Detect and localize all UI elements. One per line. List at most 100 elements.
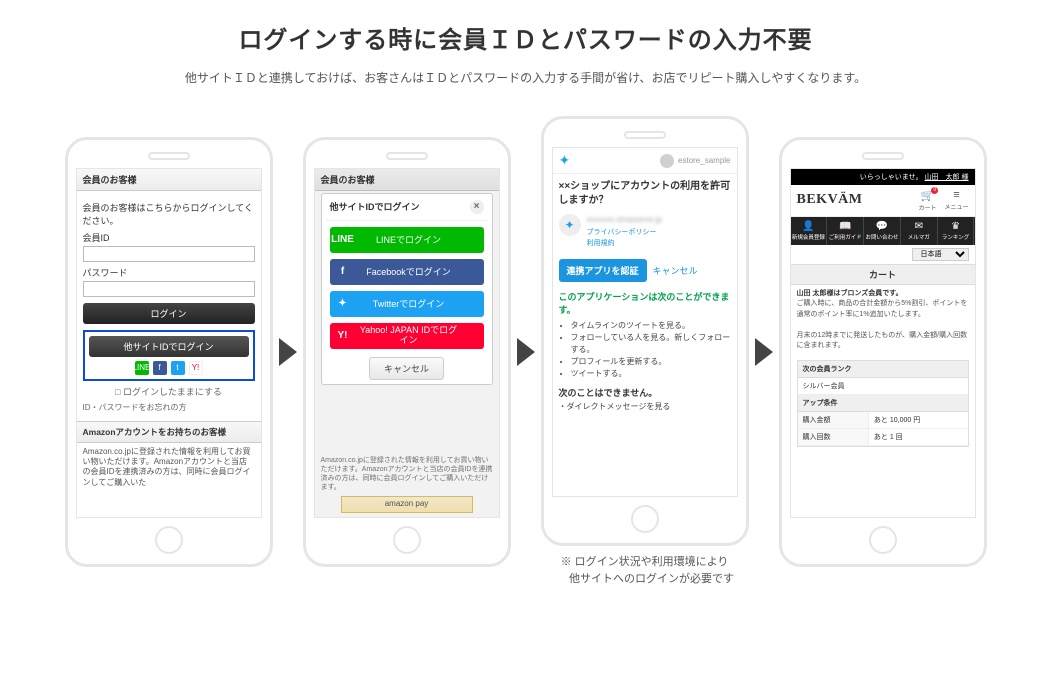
speaker bbox=[862, 152, 904, 160]
rank-table: 次の会員ランク シルバー会員 アップ条件 購入金額あと 10,000 円 購入回… bbox=[797, 360, 969, 447]
flow-caption: ※ ログイン状況や利用環境により 他サイトへのログインが必要です bbox=[555, 554, 734, 587]
arrow-icon bbox=[755, 338, 773, 366]
pw-label: パスワード bbox=[83, 266, 255, 279]
home-button bbox=[155, 526, 183, 554]
list-item: プロフィールを更新する。 bbox=[571, 356, 731, 368]
nav-contact[interactable]: 💬お問い合わせ bbox=[864, 217, 901, 245]
account-indicator[interactable]: estore_sample bbox=[660, 154, 730, 168]
twitter-icon: ✦ bbox=[330, 298, 356, 309]
cart-button[interactable]: 🛒0カート bbox=[918, 189, 936, 212]
list-item: タイムラインのツイートを見る。 bbox=[571, 320, 731, 332]
book-icon: 📖 bbox=[839, 221, 851, 232]
list-item: フォローしている人を見る。新しくフォローする。 bbox=[571, 332, 731, 356]
arrow-icon bbox=[517, 338, 535, 366]
arrow-icon bbox=[279, 338, 297, 366]
screen-shop-cart: いらっしゃいませ。 山田 太郎 様 BEKVÄM 🛒0カート ≡メニュー 👤新規… bbox=[790, 168, 976, 518]
app-icon: ✦ bbox=[559, 214, 581, 236]
mail-icon: ✉ bbox=[915, 221, 923, 232]
menu-icon: ≡ bbox=[953, 189, 959, 201]
yahoo-icon: Y! bbox=[330, 330, 356, 341]
nav-guide[interactable]: 📖ご利用ガイド bbox=[827, 217, 864, 245]
twitter-icon[interactable]: t bbox=[171, 361, 185, 375]
login-button[interactable]: ログイン bbox=[83, 303, 255, 324]
phone-3: ✦ estore_sample ××ショップにアカウントの利用を許可しますか？ … bbox=[541, 116, 749, 546]
forgot-link[interactable]: ID・パスワードをお忘れの方 bbox=[83, 402, 255, 413]
yahoo-login-button[interactable]: Y!Yahoo! JAPAN IDでログイン bbox=[330, 323, 484, 349]
authorize-button[interactable]: 連携アプリを認証 bbox=[559, 259, 647, 282]
language-select[interactable]: 日本語 bbox=[912, 248, 969, 261]
twitter-icon: ✦ bbox=[559, 152, 571, 169]
menu-button[interactable]: ≡メニュー bbox=[944, 189, 968, 211]
auth-question: ××ショップにアカウントの利用を許可しますか？ bbox=[553, 174, 737, 214]
shop-nav: 👤新規会員登録 📖ご利用ガイド 💬お問い合わせ ✉メルマガ ♛ランキング bbox=[791, 217, 975, 245]
phone-4: いらっしゃいませ。 山田 太郎 様 BEKVÄM 🛒0カート ≡メニュー 👤新規… bbox=[779, 137, 987, 567]
screen-login: 会員のお客様 会員のお客様はこちらからログインしてください。 会員ID パスワー… bbox=[76, 168, 262, 518]
line-icon[interactable]: LINE bbox=[135, 361, 149, 375]
permissions-list: タイムラインのツイートを見る。 フォローしている人を見る。新しくフォローする。 … bbox=[559, 320, 731, 380]
app-url: xxxxxxx.shopserve.jp bbox=[587, 215, 663, 224]
sso-highlight: 他サイトIDでログイン LINE f t Y! bbox=[83, 330, 255, 381]
twitter-login-button[interactable]: ✦Twitterでログイン bbox=[330, 291, 484, 317]
yahoo-icon[interactable]: Y! bbox=[189, 361, 203, 375]
terms-link[interactable]: 利用規約 bbox=[587, 238, 663, 249]
cancel-button[interactable]: キャンセル bbox=[653, 264, 698, 277]
facebook-icon[interactable]: f bbox=[153, 361, 167, 375]
nav-ranking[interactable]: ♛ランキング bbox=[938, 217, 975, 245]
speaker bbox=[148, 152, 190, 160]
cart-title: カート bbox=[791, 264, 975, 285]
keep-login-checkbox[interactable]: □ ログインしたままにする bbox=[83, 385, 255, 398]
nav-mailmag[interactable]: ✉メルマガ bbox=[901, 217, 938, 245]
id-input[interactable] bbox=[83, 246, 255, 262]
negative-header: 次のことはできません。 bbox=[559, 386, 731, 399]
home-button bbox=[631, 505, 659, 533]
rank-value: シルバー会員 bbox=[798, 378, 968, 395]
user-icon: 👤 bbox=[802, 221, 814, 232]
nav-register[interactable]: 👤新規会員登録 bbox=[791, 217, 828, 245]
page-subtitle: 他サイトＩＤと連携しておけば、お客さんはＩＤとパスワードの入力する手間が省け、お… bbox=[10, 69, 1041, 86]
phone-flow-row: 会員のお客様 会員のお客様はこちらからログインしてください。 会員ID パスワー… bbox=[10, 116, 1041, 587]
home-button bbox=[869, 526, 897, 554]
permissions-header: このアプリケーションは次のことができます。 bbox=[559, 290, 731, 316]
id-label: 会員ID bbox=[83, 231, 255, 244]
page-title: ログインする時に会員ＩＤとパスワードの入力不要 bbox=[10, 20, 1041, 55]
chat-icon: 💬 bbox=[876, 221, 888, 232]
speaker bbox=[624, 131, 666, 139]
line-login-button[interactable]: LINELINEでログイン bbox=[330, 227, 484, 253]
facebook-icon: f bbox=[330, 266, 356, 277]
cart-icon: 🛒0 bbox=[921, 189, 935, 202]
table-key: 購入金額 bbox=[798, 412, 869, 429]
table-key: 購入回数 bbox=[798, 429, 869, 446]
amazon-header: Amazonアカウントをお持ちのお客様 bbox=[77, 421, 261, 443]
screen-sso-modal: 会員のお客様 Amazon.co.jpに登録された情報を利用してお買い物いただけ… bbox=[314, 168, 500, 518]
amazon-text: Amazon.co.jpに登録された情報を利用してお買い物いただけます。Amaz… bbox=[77, 443, 261, 493]
line-icon: LINE bbox=[330, 234, 356, 245]
sso-modal: 他サイトIDでログイン × LINELINEでログイン fFacebookでログ… bbox=[321, 193, 493, 385]
phone-1: 会員のお客様 会員のお客様はこちらからログインしてください。 会員ID パスワー… bbox=[65, 137, 273, 567]
member-status: 山田 太郎様はブロンズ会員です。 bbox=[797, 290, 903, 297]
privacy-link[interactable]: プライバシーポリシー bbox=[587, 227, 663, 238]
language-select-wrap: 日本語 bbox=[791, 245, 975, 264]
welcome-bar: いらっしゃいませ。 山田 太郎 様 bbox=[791, 169, 975, 185]
cart-badge: 0 bbox=[931, 187, 938, 194]
ship-text: 月末の12時までに発送したものが、購入金額/購入回数に含まれます。 bbox=[797, 332, 968, 350]
crown-icon: ♛ bbox=[951, 221, 960, 232]
table-val: あと 10,000 円 bbox=[869, 412, 968, 429]
rank-header: 次の会員ランク bbox=[798, 361, 968, 378]
phone-2: 会員のお客様 Amazon.co.jpに登録された情報を利用してお買い物いただけ… bbox=[303, 137, 511, 567]
discount-text: ご購入時に、商品の合計金額から5%割引、ポイントを通常のポイント率に1%追加いた… bbox=[797, 300, 968, 318]
modal-title: 他サイトIDでログイン bbox=[330, 200, 420, 213]
pw-input[interactable] bbox=[83, 281, 255, 297]
facebook-login-button[interactable]: fFacebookでログイン bbox=[330, 259, 484, 285]
negative-item: ・ダイレクトメッセージを見る bbox=[559, 401, 731, 412]
speaker bbox=[386, 152, 428, 160]
sso-button[interactable]: 他サイトIDでログイン bbox=[89, 336, 249, 357]
cond-header: アップ条件 bbox=[798, 395, 968, 412]
avatar bbox=[660, 154, 674, 168]
screen-twitter-auth: ✦ estore_sample ××ショップにアカウントの利用を許可しますか？ … bbox=[552, 147, 738, 497]
table-val: あと 1 回 bbox=[869, 429, 968, 446]
shop-logo[interactable]: BEKVÄM bbox=[797, 192, 863, 208]
screen-title: 会員のお客様 bbox=[77, 169, 261, 191]
cancel-button[interactable]: キャンセル bbox=[369, 357, 444, 380]
list-item: ツイートする。 bbox=[571, 368, 731, 380]
close-icon[interactable]: × bbox=[470, 200, 484, 214]
